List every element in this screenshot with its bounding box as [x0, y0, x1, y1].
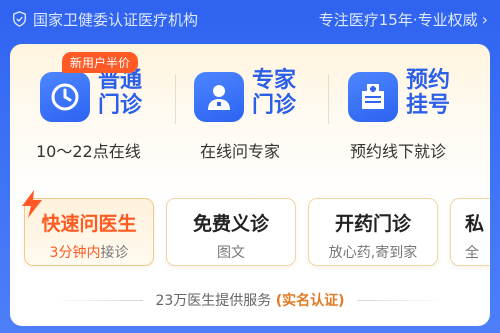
quick-service-row: 快速问医生 3分钟内接诊 免费义诊 图文 开药门诊 放心药,寄到家 私 全 — [10, 190, 490, 270]
service-subtitle: 10～22点在线 — [36, 142, 141, 161]
service-title: 预约 挂号 — [406, 68, 451, 118]
quick-private-card[interactable]: 私 全 — [450, 198, 490, 266]
service-subtitle: 在线问专家 — [200, 142, 281, 161]
brand-slogan-text: 专注医疗15年·专业权威 — [318, 10, 478, 29]
hospital-icon — [348, 72, 398, 122]
divider — [53, 299, 144, 301]
certification-info: 国家卫健委认证医疗机构 — [12, 9, 198, 30]
service-general-clinic[interactable]: 普通 门诊 10～22点在线 — [36, 64, 190, 174]
divider — [356, 299, 447, 301]
top-banner: 国家卫健委认证医疗机构 专注医疗15年·专业权威 › — [0, 0, 500, 38]
chevron-right-icon: › — [481, 9, 488, 29]
service-expert-clinic[interactable]: 专家 门诊 在线问专家 — [194, 64, 344, 174]
certification-text: 国家卫健委认证医疗机构 — [33, 10, 199, 29]
divider — [328, 74, 329, 124]
verified-label: (实名认证) — [275, 293, 345, 309]
divider — [175, 74, 176, 124]
quick-subtitle: 全 — [465, 245, 479, 261]
clock-hand-icon — [40, 72, 90, 122]
quick-free-consult-card[interactable]: 免费义诊 图文 — [166, 198, 296, 266]
lightning-icon — [22, 190, 42, 218]
main-services: 普通 门诊 10～22点在线 新用户半价 专家 门诊 在线问专家 预约 挂号 预… — [10, 44, 490, 174]
quick-subtitle: 3分钟内接诊 — [49, 245, 129, 261]
service-registration[interactable]: 预约 挂号 预约线下就诊 — [348, 64, 498, 174]
doctor-count-text: 23万医生提供服务 (实名认证) — [155, 293, 345, 309]
brand-slogan-link[interactable]: 专注医疗15年·专业权威 › — [319, 9, 488, 30]
quick-title: 免费义诊 — [192, 213, 269, 235]
quick-title: 私 — [465, 213, 485, 235]
shield-check-icon — [13, 11, 26, 27]
footer-info: 23万医生提供服务 (实名认证) — [10, 288, 490, 312]
quick-subtitle: 放心药,寄到家 — [328, 245, 418, 261]
quick-ask-doctor-card[interactable]: 快速问医生 3分钟内接诊 — [22, 190, 154, 266]
service-title: 普通 门诊 — [98, 68, 143, 118]
new-user-badge: 新用户半价 — [62, 52, 139, 73]
quick-title: 开药门诊 — [334, 213, 411, 235]
service-card: 普通 门诊 10～22点在线 新用户半价 专家 门诊 在线问专家 预约 挂号 预… — [10, 44, 490, 326]
service-subtitle: 预约线下就诊 — [350, 142, 447, 161]
doctor-icon — [194, 72, 244, 122]
quick-subtitle: 图文 — [217, 245, 245, 261]
service-title: 专家 门诊 — [252, 68, 297, 118]
quick-prescription-card[interactable]: 开药门诊 放心药,寄到家 — [308, 198, 438, 266]
